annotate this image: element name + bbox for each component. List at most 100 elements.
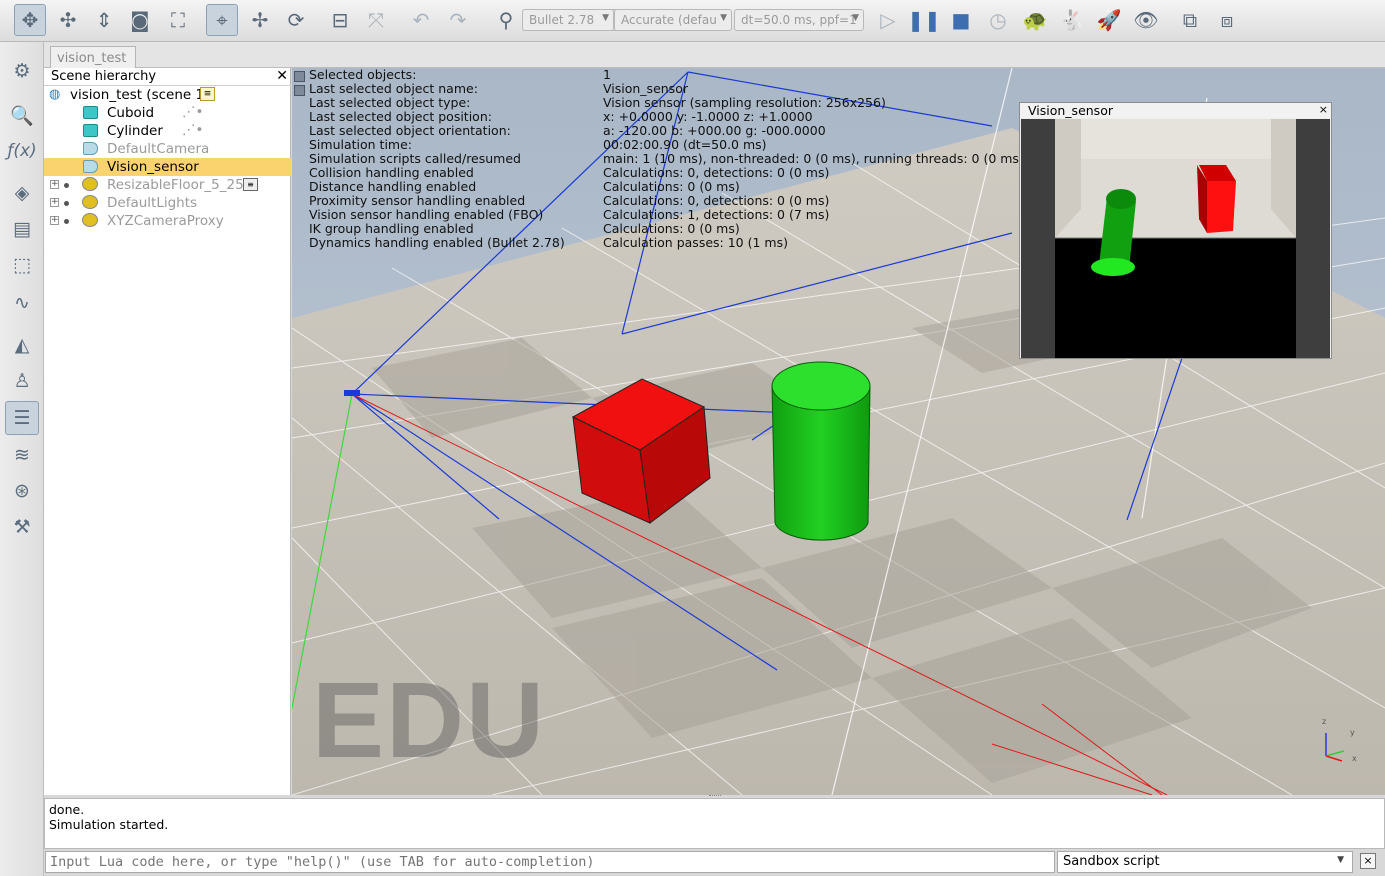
tree-item-vision-sensor[interactable]: Vision_sensor: [44, 158, 291, 176]
click-selection-icon[interactable]: ⌖: [206, 4, 238, 36]
bottom-panel: done. Simulation started. Sandbox script…: [44, 795, 1385, 876]
vision-window-titlebar[interactable]: Vision_sensor ×: [1020, 103, 1331, 118]
slower-icon[interactable]: 🐢: [1019, 4, 1051, 36]
user-settings-icon[interactable]: ▤: [5, 212, 39, 246]
scene-selector-icon[interactable]: ⧈: [1211, 4, 1243, 36]
info-key: IK group handling enabled: [309, 221, 474, 236]
tree-item-xyzcameraproxy[interactable]: + XYZCameraProxy: [44, 212, 291, 230]
script-select[interactable]: Sandbox script ▼: [1057, 851, 1353, 873]
info-value: Calculations: 0 (0 ms): [603, 179, 740, 194]
hierarchy-header: Scene hierarchy ✕: [44, 68, 291, 86]
kinematics-icon[interactable]: ♙: [5, 364, 39, 398]
vision-sensor-window[interactable]: Vision_sensor ×: [1019, 102, 1332, 359]
assemble-icon[interactable]: ⊟: [324, 4, 356, 36]
expand-icon[interactable]: +: [50, 216, 59, 225]
tree-item-cuboid[interactable]: Cuboid ⋰•: [44, 104, 291, 122]
camera-icon: [83, 142, 98, 155]
shape-edit-icon[interactable]: ◈: [5, 176, 39, 210]
tree-item-defaultcamera[interactable]: DefaultCamera: [44, 140, 291, 158]
info-value: a: -120.00 b: +000.00 g: -000.0000: [603, 123, 826, 138]
object-properties-icon[interactable]: ⬚: [5, 248, 39, 282]
info-value: main: 1 (10 ms), non-threaded: 0 (0 ms),…: [603, 151, 1024, 166]
tab-vision-test[interactable]: vision_test: [50, 46, 136, 69]
item-label: Cuboid: [107, 105, 155, 121]
info-key: Vision sensor handling enabled (FBO): [309, 207, 544, 222]
script-icon[interactable]: ≡: [243, 178, 258, 191]
scene-viewport[interactable]: z y x Selected objects: 1 Last selected …: [292, 68, 1385, 795]
info-key: Last selected object type:: [309, 95, 471, 110]
close-icon[interactable]: ✕: [276, 68, 288, 84]
expand-icon[interactable]: +: [50, 198, 59, 207]
status-console[interactable]: done. Simulation started.: [44, 798, 1385, 849]
item-label: DefaultCamera: [107, 141, 210, 157]
faster-icon[interactable]: 🐇: [1056, 4, 1088, 36]
tree-root[interactable]: ◍ vision_test (scene 1) ≡: [44, 86, 291, 104]
tree-item-cylinder[interactable]: Cylinder ⋰•: [44, 122, 291, 140]
main-toolbar: ✥ ✣ ⇕ ◙ ⛶ ⌖ ✢ ⟳ ⊟ ⤧ ↶ ↷ ⚲ Bullet 2.78 Bu…: [0, 0, 1385, 42]
chevron-down-icon: ▼: [1337, 855, 1344, 865]
transfer-dna-icon[interactable]: ⤧: [360, 4, 392, 36]
expand-icon[interactable]: +: [50, 180, 59, 189]
info-key: Simulation scripts called/resumed: [309, 151, 521, 166]
user-tools-icon[interactable]: ⚒: [5, 510, 39, 544]
script-select-value: Sandbox script: [1063, 854, 1160, 869]
clear-console-button[interactable]: ×: [1360, 853, 1376, 869]
scene-hierarchy-panel: Scene hierarchy ✕ ◍ vision_test (scene 1…: [44, 68, 291, 795]
close-icon[interactable]: ×: [1319, 103, 1328, 117]
video-recorder-icon[interactable]: ⊛: [5, 474, 39, 508]
bullet-icon: [64, 201, 69, 206]
info-key: Last selected object name:: [309, 81, 478, 96]
object-shift-icon[interactable]: ✢: [244, 4, 276, 36]
dynamic-icon: ⋰•: [182, 122, 204, 138]
collision-icon[interactable]: ◭: [5, 328, 39, 362]
page-selector-icon[interactable]: ⧉: [1174, 4, 1206, 36]
engine-select-box[interactable]: Bullet 2.78 ▼: [522, 9, 614, 31]
gizmo-y-label: y: [1350, 728, 1355, 737]
dynamics-toggle-icon[interactable]: ⚲: [490, 4, 522, 36]
tree-item-resizablefloor[interactable]: + ResizableFloor_5_25 ≡: [44, 176, 291, 194]
thread-icon[interactable]: 🚀: [1093, 4, 1125, 36]
tree-item-defaultlights[interactable]: + DefaultLights: [44, 194, 291, 212]
camera-pan-icon[interactable]: ✥: [14, 4, 46, 36]
undo-icon[interactable]: ↶: [405, 4, 437, 36]
simulation-settings-icon[interactable]: ⚙: [5, 54, 39, 88]
info-value: Calculations: 0 (0 ms): [603, 221, 740, 236]
green-cylinder: [771, 361, 871, 541]
realtime-icon[interactable]: ◷: [982, 4, 1014, 36]
play-icon[interactable]: ▷: [872, 4, 904, 36]
accuracy-select[interactable]: Accurate (defau ▼: [614, 9, 732, 31]
cylinder-shape-icon: [83, 124, 98, 137]
scene-tab-bar: vision_test: [44, 42, 1385, 69]
console-line: done.: [49, 802, 85, 817]
item-label: DefaultLights: [107, 195, 198, 211]
stop-icon[interactable]: ■: [945, 4, 977, 36]
bullet-icon: [64, 219, 69, 224]
info-key: Proximity sensor handling enabled: [309, 193, 526, 208]
console-line: Simulation started.: [49, 817, 169, 832]
lua-command-input[interactable]: [45, 851, 1055, 873]
object-rotate-icon[interactable]: ⟳: [280, 4, 312, 36]
pause-icon[interactable]: ❚❚: [907, 4, 941, 36]
model-icon: [82, 177, 98, 191]
script-functions-icon[interactable]: ƒ(x): [5, 134, 39, 168]
info-value: x: +0.0000 y: -1.0000 z: +1.0000: [603, 109, 813, 124]
hierarchy-title: Scene hierarchy: [51, 69, 157, 84]
timestep-select[interactable]: dt=50.0 ms, ppf=1 ▼: [734, 9, 864, 31]
redo-icon[interactable]: ↷: [442, 4, 474, 36]
globe-icon: ◍: [49, 87, 61, 102]
info-value: Vision sensor (sampling resolution: 256x…: [603, 95, 886, 110]
layers-icon[interactable]: ≋: [5, 438, 39, 472]
camera-rotate-icon[interactable]: ✣: [52, 4, 84, 36]
info-key: Selected objects:: [309, 68, 417, 82]
info-collapse-icon[interactable]: [294, 71, 305, 82]
gizmo-z-label: z: [1322, 717, 1326, 726]
camera-shift-icon[interactable]: ⇕: [88, 4, 120, 36]
fit-to-view-icon[interactable]: ⛶: [162, 4, 194, 36]
visualization-toggle-icon[interactable]: 👁: [1130, 4, 1162, 36]
info-toggle-icon[interactable]: [294, 85, 305, 96]
scene-hierarchy-icon[interactable]: ☰: [5, 401, 39, 435]
script-icon[interactable]: ≡: [200, 87, 215, 101]
path-edit-icon[interactable]: ∿: [5, 286, 39, 320]
camera-angle-icon[interactable]: ◙: [124, 4, 156, 36]
model-browser-icon[interactable]: 🔍: [5, 98, 39, 132]
